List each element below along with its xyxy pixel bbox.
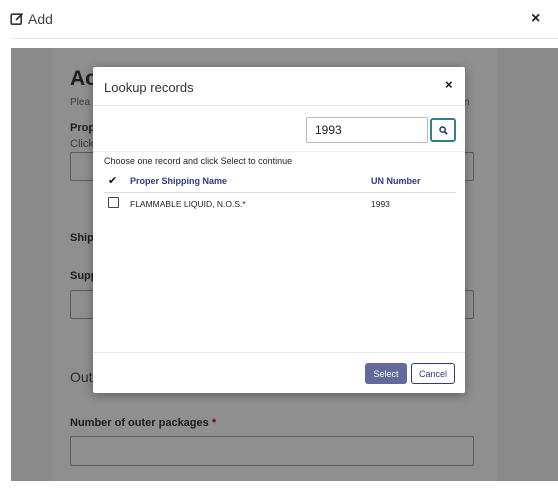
column-header-un-number[interactable]: UN Number <box>371 176 421 186</box>
cancel-button[interactable]: Cancel <box>411 363 455 384</box>
search-button[interactable] <box>430 118 456 142</box>
table-row[interactable]: FLAMMABLE LIQUID, N.O.S.* 1993 <box>104 196 456 214</box>
close-icon[interactable]: × <box>445 77 453 92</box>
search-input[interactable] <box>306 117 428 143</box>
dialog-title: Lookup records <box>104 80 194 95</box>
table-header: ✔ Proper Shipping Name UN Number <box>104 170 456 193</box>
outer-section-title: Out <box>70 369 93 385</box>
row-shipping-name: FLAMMABLE LIQUID, N.O.S.* <box>130 199 246 209</box>
required-mark: * <box>211 417 217 429</box>
search-icon <box>439 126 448 135</box>
select-button[interactable]: Select <box>365 363 407 384</box>
window-title: Add <box>28 11 53 27</box>
divider <box>93 151 465 152</box>
left-strip <box>0 38 11 493</box>
dialog-header: Lookup records × <box>93 67 465 106</box>
outer-packages-text: Number of outer packages <box>70 417 209 429</box>
form-hint: Plea <box>70 97 91 108</box>
outer-packages-label: Number of outer packages * <box>70 417 216 429</box>
row-checkbox[interactable] <box>108 197 119 208</box>
footer-divider <box>93 352 465 353</box>
checkmark-icon[interactable]: ✔ <box>108 174 117 187</box>
lookup-records-dialog: Lookup records × Choose one record and c… <box>93 67 465 393</box>
row-un-number: 1993 <box>371 199 390 209</box>
instruction-text: Choose one record and click Select to co… <box>104 156 293 166</box>
close-icon[interactable]: × <box>531 10 540 28</box>
window-titlebar: Add × <box>0 0 558 39</box>
edit-square-icon <box>10 12 24 26</box>
field-label-shipping: Ship <box>70 232 94 244</box>
outer-packages-field[interactable] <box>70 436 474 466</box>
column-header-shipping-name[interactable]: Proper Shipping Name <box>130 176 227 186</box>
field-sublabel: Click <box>70 138 94 150</box>
